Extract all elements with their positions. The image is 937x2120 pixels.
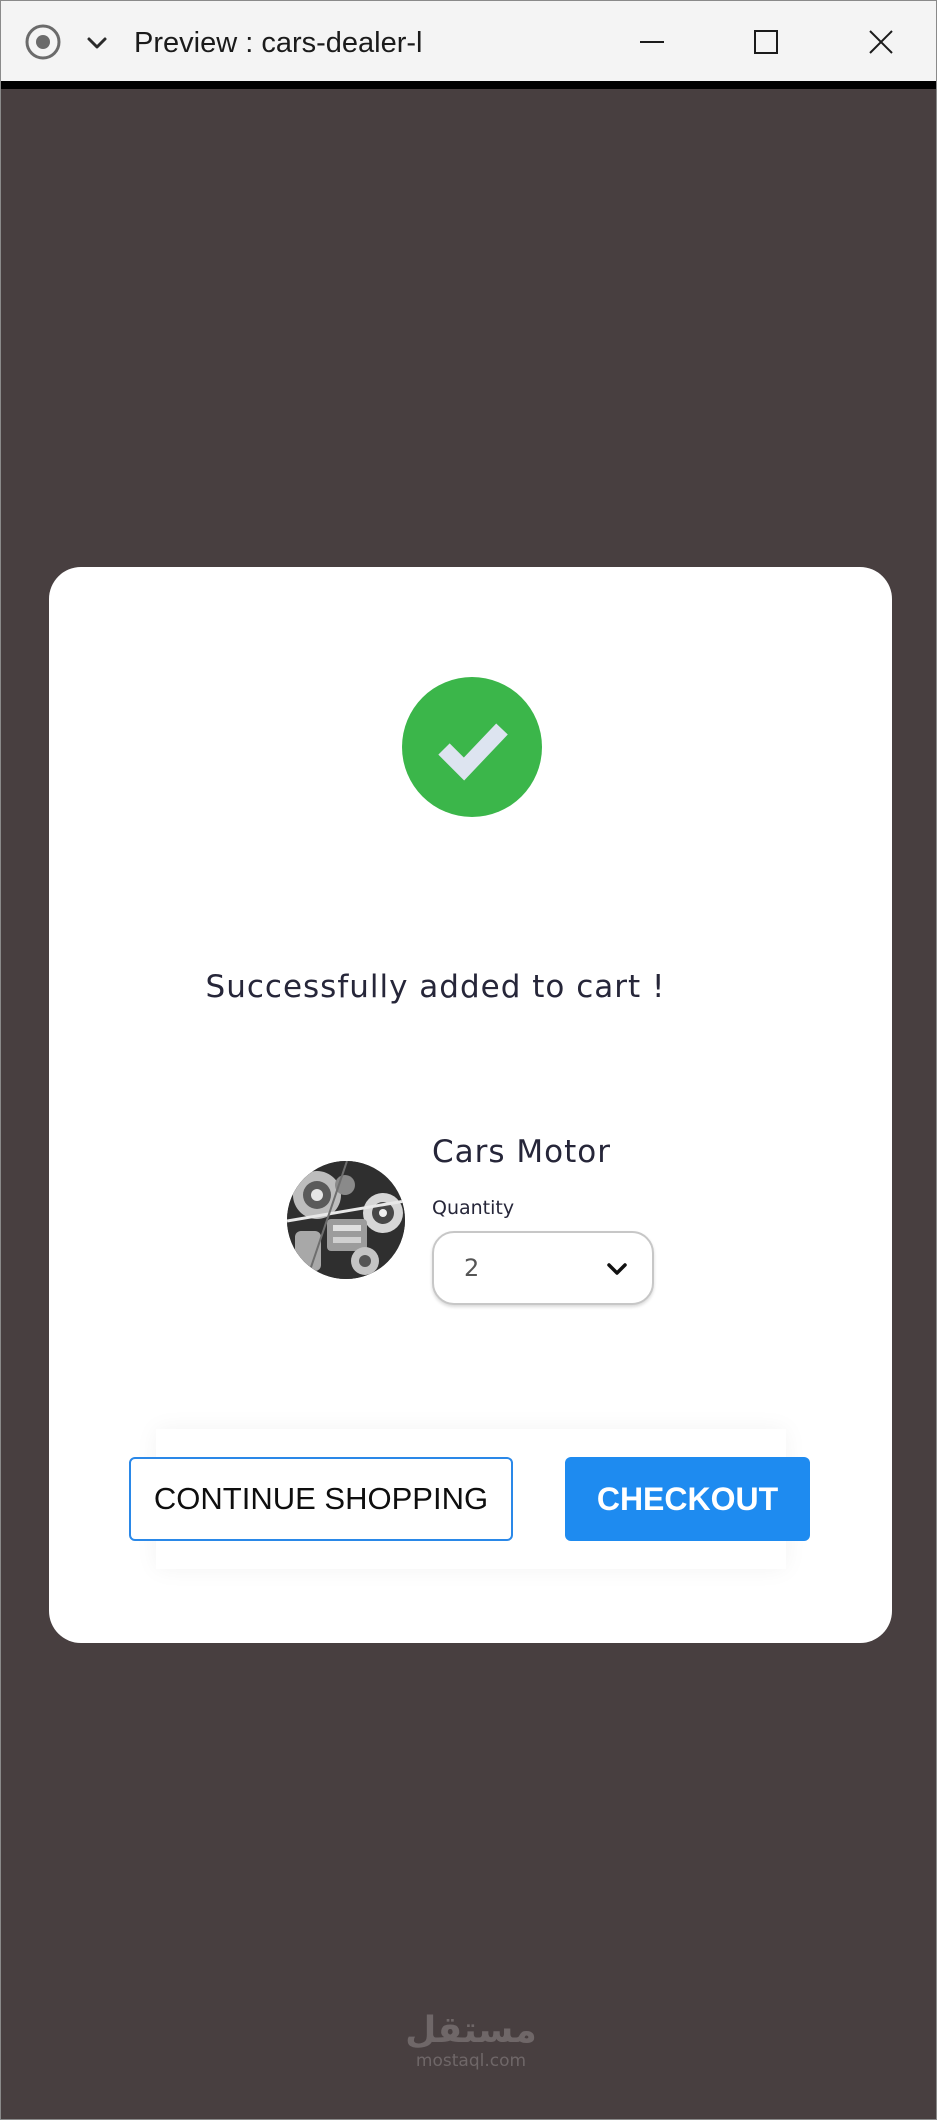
quantity-select[interactable]: 2 <box>432 1231 654 1305</box>
window-titlebar: Preview : cars-dealer-l <box>1 1 936 81</box>
watermark-logo: مستقل <box>405 2010 537 2051</box>
app-window: Preview : cars-dealer-l Successfully add… <box>0 0 937 2120</box>
checkout-button[interactable]: CHECKOUT <box>565 1457 810 1541</box>
close-button[interactable] <box>860 21 902 63</box>
record-icon[interactable] <box>24 23 62 61</box>
minimize-icon <box>640 41 664 43</box>
watermark: مستقل mostaql.com <box>381 2010 561 2072</box>
app-viewport: Successfully added to cart ! Cars Motor … <box>1 89 936 2119</box>
watermark-url: mostaql.com <box>415 2051 527 2071</box>
product-thumbnail <box>287 1161 405 1279</box>
maximize-icon <box>754 30 778 54</box>
quantity-label: Quantity <box>432 1197 515 1219</box>
quantity-value: 2 <box>464 1254 480 1282</box>
maximize-button[interactable] <box>745 21 787 63</box>
chevron-down-icon[interactable] <box>85 31 109 55</box>
chevron-down-icon <box>607 1263 627 1275</box>
added-to-cart-dialog: Successfully added to cart ! Cars Motor … <box>49 567 892 1643</box>
continue-shopping-button[interactable]: CONTINUE SHOPPING <box>129 1457 513 1541</box>
engine-image <box>287 1161 405 1279</box>
minimize-button[interactable] <box>631 21 673 63</box>
close-icon <box>869 30 893 54</box>
window-title: Preview : cars-dealer-l <box>134 27 423 59</box>
success-message: Successfully added to cart ! <box>205 969 666 1005</box>
titlebar-divider <box>1 81 936 89</box>
success-badge <box>402 677 542 817</box>
checkmark-icon <box>438 723 508 781</box>
product-name: Cars Motor <box>432 1134 611 1170</box>
